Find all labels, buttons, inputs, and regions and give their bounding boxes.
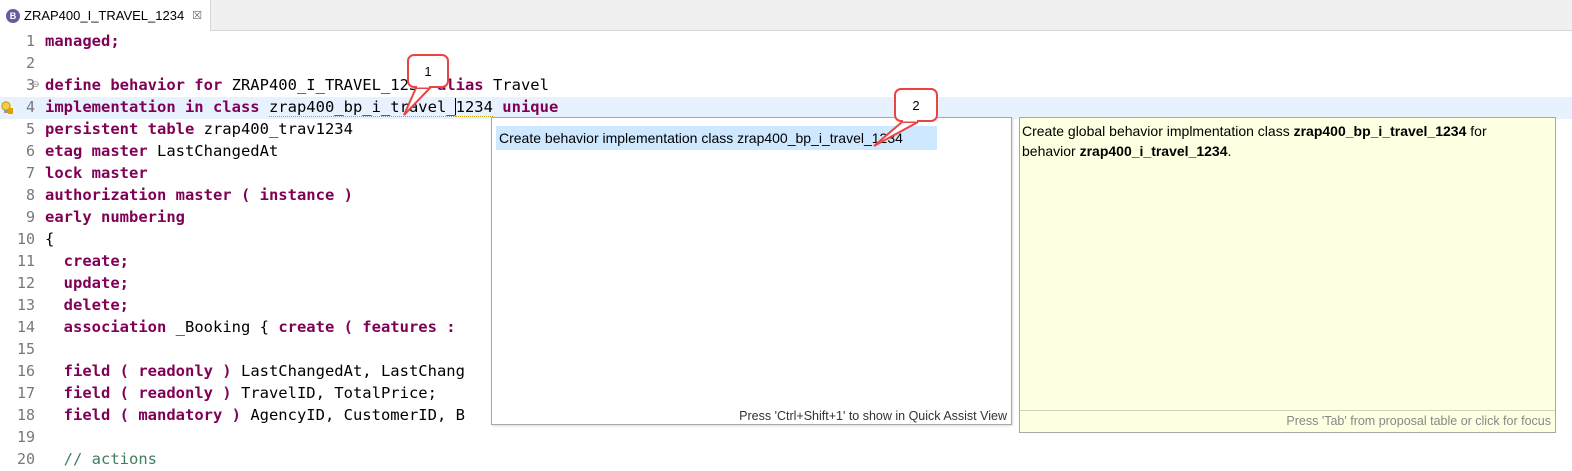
editor-tab-bar: B ZRAP400_I_TRAVEL_1234 ☒: [0, 0, 1572, 31]
code-text: field ( readonly ) TravelID, TotalPrice;: [63, 384, 437, 402]
line-number: 17: [16, 384, 35, 402]
code-text: {: [45, 230, 55, 248]
code-text: association _Booking { create ( features…: [63, 318, 456, 336]
line-number: 19: [16, 428, 35, 446]
tab-zrap400-i-travel[interactable]: B ZRAP400_I_TRAVEL_1234 ☒: [0, 0, 212, 31]
callout-2-number: 2: [912, 98, 919, 113]
code-text: update;: [63, 274, 129, 292]
proposal-info-popup: Create global behavior implmentation cla…: [1019, 117, 1556, 433]
code-text: early numbering: [45, 208, 185, 226]
code-text: implementation in class zrap400_bp_i_tra…: [45, 98, 559, 117]
code-text: persistent table zrap400_trav1234: [45, 120, 353, 138]
behavior-definition-icon: B: [6, 8, 20, 23]
line-number: 18: [16, 406, 35, 424]
code-text: define behavior for ZRAP400_I_TRAVEL_123…: [45, 76, 549, 94]
code-text: field ( readonly ) LastChangedAt, LastCh…: [63, 362, 465, 380]
code-text: delete;: [63, 296, 129, 314]
line-number: 14: [16, 318, 35, 336]
code-text: field ( mandatory ) AgencyID, CustomerID…: [63, 406, 465, 424]
line-number: 15: [16, 340, 35, 358]
code-line[interactable]: 1 managed;: [0, 31, 1572, 53]
line-number: 13: [16, 296, 35, 314]
tab-title: ZRAP400_I_TRAVEL_1234: [24, 8, 185, 23]
code-text: authorization master ( instance ): [45, 186, 353, 204]
line-number: 7: [25, 164, 35, 182]
line-number: 5: [25, 120, 35, 138]
info-popup-footer: Press 'Tab' from proposal table or click…: [1020, 410, 1555, 432]
quick-assist-popup: Create behavior implementation class zra…: [491, 117, 1012, 425]
code-text: etag master LastChangedAt: [45, 142, 279, 160]
line-number: 11: [16, 252, 35, 270]
line-number: 1: [25, 32, 35, 50]
code-text: managed;: [45, 32, 120, 50]
code-line[interactable]: 2: [0, 53, 1572, 75]
line-number: 3: [25, 76, 35, 94]
line-number: 9: [25, 208, 35, 226]
line-number: 16: [16, 362, 35, 380]
callout-1: 1: [403, 54, 449, 116]
quick-assist-hint: Press 'Ctrl+Shift+1' to show in Quick As…: [739, 409, 1007, 423]
callout-1-number: 1: [424, 64, 431, 79]
code-line[interactable]: 4 implementation in class zrap400_bp_i_tr…: [0, 97, 1572, 119]
line-number: 4: [25, 98, 35, 116]
code-text: lock master: [45, 164, 148, 182]
code-line[interactable]: 20 // actions: [0, 449, 1572, 471]
line-number: 6: [25, 142, 35, 160]
proposal-description: Create global behavior implmentation cla…: [1022, 123, 1487, 159]
line-number: 20: [16, 450, 35, 468]
line-number: 2: [25, 54, 35, 72]
line-number: 10: [16, 230, 35, 248]
fold-toggle-icon[interactable]: ⊖: [32, 79, 40, 90]
callout-2: 2: [873, 88, 938, 147]
code-text: // actions: [63, 450, 157, 468]
close-icon[interactable]: ☒: [192, 9, 202, 22]
line-number: 8: [25, 186, 35, 204]
line-number: 12: [16, 274, 35, 292]
code-line[interactable]: 3 ⊖ define behavior for ZRAP400_I_TRAVEL_1…: [0, 75, 1572, 97]
code-text: create;: [63, 252, 129, 270]
